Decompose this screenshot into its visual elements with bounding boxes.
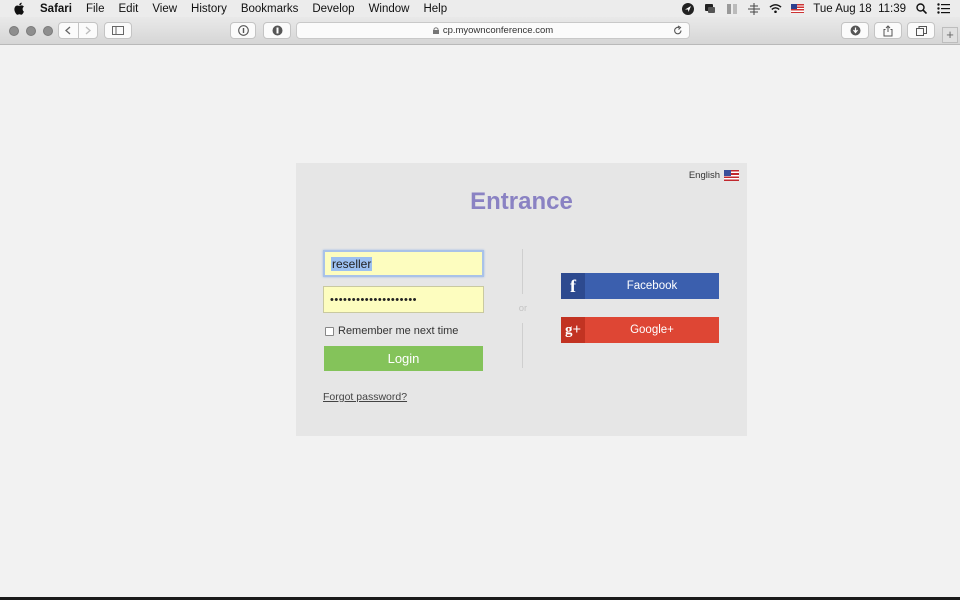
download-icon xyxy=(850,25,860,36)
menu-bookmarks[interactable]: Bookmarks xyxy=(241,3,299,15)
zoom-window-button[interactable] xyxy=(43,26,53,36)
address-bar[interactable]: cp.myownconference.com xyxy=(296,22,690,39)
window-controls xyxy=(9,26,53,36)
back-button[interactable] xyxy=(59,23,79,38)
chevron-right-icon xyxy=(85,26,91,35)
page-title: Entrance xyxy=(470,188,573,215)
forgot-password-link[interactable]: Forgot password? xyxy=(323,391,407,403)
menu-history[interactable]: History xyxy=(191,3,227,15)
share-button[interactable] xyxy=(874,22,902,39)
facebook-login-button[interactable]: f Facebook xyxy=(561,273,719,299)
remember-me-label[interactable]: Remember me next time xyxy=(338,325,458,337)
downloads-button[interactable] xyxy=(841,22,869,39)
network-status-icon[interactable] xyxy=(747,2,760,15)
facebook-icon: f xyxy=(561,273,585,299)
menu-help[interactable]: Help xyxy=(423,3,447,15)
wifi-icon[interactable] xyxy=(769,2,782,15)
remember-me[interactable]: Remember me next time xyxy=(325,325,458,337)
remember-me-checkbox[interactable] xyxy=(325,326,334,336)
tabs-icon xyxy=(915,25,927,36)
divider-top xyxy=(522,249,523,294)
input-source-flag-icon[interactable] xyxy=(791,2,805,15)
menu-file[interactable]: File xyxy=(86,3,105,15)
shield-icon xyxy=(272,25,282,36)
sidebar-icon xyxy=(112,26,124,35)
notification-center-icon[interactable] xyxy=(937,2,950,15)
google-plus-label: Google+ xyxy=(630,324,674,336)
us-flag-icon[interactable] xyxy=(724,170,739,181)
navigation-buttons xyxy=(58,22,98,39)
menu-develop[interactable]: Develop xyxy=(312,3,354,15)
login-panel: English Entrance reseller ••••••••••••••… xyxy=(296,163,747,436)
spotlight-search-icon[interactable] xyxy=(915,2,928,15)
facebook-label: Facebook xyxy=(626,280,678,292)
google-plus-icon: g+ xyxy=(561,317,585,343)
apple-menu-icon[interactable] xyxy=(14,2,30,15)
menubar-clock[interactable]: Tue Aug 18 11:39 xyxy=(813,3,906,15)
password-field[interactable]: •••••••••••••••••••• xyxy=(323,286,484,313)
menu-app-name[interactable]: Safari xyxy=(40,3,72,15)
menu-edit[interactable]: Edit xyxy=(119,3,139,15)
close-window-button[interactable] xyxy=(9,26,19,36)
language-selector[interactable]: English xyxy=(689,170,739,181)
status-area: Tue Aug 18 11:39 xyxy=(681,0,950,17)
language-label[interactable]: English xyxy=(689,170,720,181)
navigation-status-icon[interactable] xyxy=(681,2,694,15)
info-circle-icon xyxy=(237,25,249,36)
reload-icon xyxy=(674,25,682,35)
chevron-left-icon xyxy=(65,26,71,35)
extension-button[interactable] xyxy=(263,22,291,39)
reader-info-button[interactable] xyxy=(230,22,256,39)
document-status-icon[interactable] xyxy=(725,2,738,15)
browser-toolbar: cp.myownconference.com xyxy=(0,17,960,45)
lock-icon xyxy=(432,27,439,34)
username-field[interactable]: reseller xyxy=(323,250,484,277)
share-icon xyxy=(883,24,893,36)
url-text[interactable]: cp.myownconference.com xyxy=(443,25,553,36)
login-button[interactable]: Login xyxy=(324,346,483,371)
tab-overview-button[interactable] xyxy=(907,22,935,39)
google-plus-login-button[interactable]: g+ Google+ xyxy=(561,317,719,343)
chat-status-icon[interactable] xyxy=(703,2,716,15)
divider-bottom xyxy=(522,323,523,368)
menu-bar: Safari File Edit View History Bookmarks … xyxy=(0,0,960,17)
minimize-window-button[interactable] xyxy=(26,26,36,36)
password-value[interactable]: •••••••••••••••••••• xyxy=(330,294,417,306)
sidebar-toggle-button[interactable] xyxy=(104,22,132,39)
or-separator: or xyxy=(518,303,528,314)
menu-window[interactable]: Window xyxy=(369,3,410,15)
username-value[interactable]: reseller xyxy=(331,256,373,271)
new-tab-button[interactable]: + xyxy=(942,27,958,43)
forward-button[interactable] xyxy=(79,23,98,38)
menu-view[interactable]: View xyxy=(152,3,177,15)
